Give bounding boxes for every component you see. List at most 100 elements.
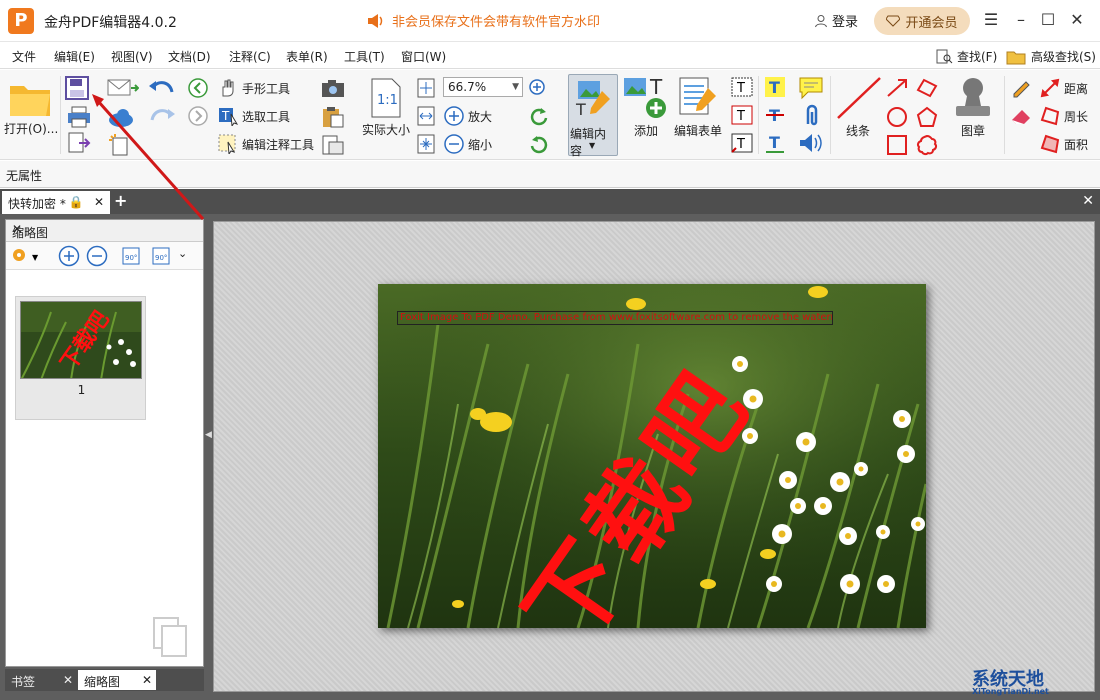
menu-window[interactable]: 窗口(W) [401,48,446,65]
underline-icon[interactable]: T [764,132,786,154]
zoom-out-thumbnail-icon[interactable] [86,245,108,267]
notice-text: 非会员保存文件会带有软件官方水印 [392,15,601,30]
line-label: 线条 [845,124,870,138]
panel-close-icon[interactable]: ✕ [12,222,199,236]
redo-icon[interactable] [148,106,176,126]
email-icon[interactable] [107,78,139,98]
close-icon[interactable]: ✕ [1066,9,1088,31]
document-tab[interactable]: 快转加密 * 🔒 ✕ [2,191,110,214]
zoom-in-button[interactable]: 放大 [444,106,492,126]
tab-thumbnails[interactable]: 缩略图 ✕ [78,670,156,690]
folder-search-icon [1006,51,1026,64]
advanced-find-button[interactable]: 高级查找(S) [1006,48,1096,65]
distance-button[interactable]: 距离 [1040,78,1088,98]
menu-edit[interactable]: 编辑(E) [54,48,95,65]
save-icon[interactable] [65,76,89,100]
rotate-left-icon[interactable] [528,106,550,126]
select-tool-label: 选取工具 [242,109,291,124]
close-all-tabs-icon[interactable]: ✕ [1082,193,1094,209]
maximize-icon[interactable]: ☐ [1037,9,1059,31]
watermark-notice[interactable]: 非会员保存文件会带有软件官方水印 [366,11,600,30]
eraser-icon[interactable] [1010,106,1032,126]
menu-form[interactable]: 表单(R) [286,48,328,65]
open-button[interactable]: 打开(O)... [4,78,58,137]
rotate-right-90-icon[interactable]: 90° [150,245,172,267]
strikeout-icon[interactable]: T [764,104,786,126]
hand-tool-button[interactable]: 手形工具 [218,78,290,98]
actual-size-icon: 1:1 [371,78,401,118]
rectangle-icon[interactable] [886,134,908,156]
minus-circle-icon [444,134,464,154]
settings-gear-icon[interactable]: ▼ [10,246,40,266]
fit-visible-icon[interactable] [416,134,436,154]
close-icon[interactable]: ✕ [142,673,152,687]
clipboard-icon[interactable] [321,106,345,128]
arrow-tool-icon[interactable] [886,78,908,98]
menu-annotation[interactable]: 注释(C) [229,48,271,65]
app-title: 金舟PDF编辑器4.0.2 [44,15,177,31]
select-tool-button[interactable]: T 选取工具 [218,106,290,126]
find-button[interactable]: 查找(F) [936,48,997,65]
svg-text:1:1: 1:1 [377,93,398,108]
print-icon[interactable] [67,106,91,128]
fit-page-icon[interactable] [416,78,436,98]
pdf-page[interactable]: Foxit Image To PDF Demo. Purchase from w… [378,284,926,628]
edit-content-button[interactable]: T 编辑内容 ▼ [568,74,618,158]
menu-icon[interactable]: ☰ [980,9,1002,31]
camera-icon[interactable] [321,78,345,98]
menu-view[interactable]: 视图(V) [111,48,153,65]
back-icon[interactable] [188,78,208,98]
polygon-icon[interactable] [916,106,938,128]
fit-width-icon[interactable] [416,106,436,126]
advanced-find-label: 高级查找(S) [1031,50,1096,64]
vip-button[interactable]: 开通会员 [874,7,970,35]
pencil-icon[interactable] [1010,78,1032,98]
zoom-in-icon[interactable] [528,78,550,98]
login-button[interactable]: 登录 [814,11,858,30]
add-button[interactable]: T 添加 [622,76,670,139]
distance-icon [1040,78,1060,98]
text-field-icon[interactable]: T [730,76,754,98]
menu-document[interactable]: 文档(D) [168,48,211,65]
tab-close-icon[interactable]: ✕ [94,195,104,210]
find-label: 查找(F) [957,50,998,64]
export-icon[interactable] [67,132,91,154]
polyline-icon[interactable] [916,78,938,98]
area-button[interactable]: 面积 [1040,134,1088,154]
minimize-icon[interactable]: – [1010,9,1032,31]
cloud-shape-icon[interactable] [916,134,938,156]
highlight-text-icon[interactable]: T [764,76,786,98]
rotate-right-icon[interactable] [528,134,550,154]
sound-icon[interactable] [798,132,824,154]
panel-collapse-handle[interactable]: ◀ [205,430,212,470]
chevron-double-down-icon[interactable]: ⌄ [178,247,187,260]
attachment-icon[interactable] [800,104,822,128]
new-tab-button[interactable]: + [114,193,127,209]
zoom-out-button[interactable]: 缩小 [444,134,492,154]
edit-form-button[interactable]: 编辑表单 [674,76,722,139]
ellipse-icon[interactable] [886,106,908,128]
note-icon[interactable] [798,76,824,100]
menu-tools[interactable]: 工具(T) [344,48,385,65]
new-document-icon[interactable] [107,134,139,156]
perimeter-button[interactable]: 周长 [1040,106,1088,126]
cloud-icon[interactable] [107,106,139,128]
rotate-left-90-icon[interactable]: 90° [120,245,142,267]
undo-icon[interactable] [148,78,176,98]
typewriter-icon[interactable]: T [730,132,754,154]
line-tool-button[interactable]: 线条 [834,76,882,139]
zoom-in-thumbnail-icon[interactable] [58,245,80,267]
stamp-button[interactable]: 图章 [950,76,996,139]
menu-file[interactable]: 文件 [12,48,36,65]
actual-size-button[interactable]: 1:1 实际大小 [362,78,410,138]
page-tools-icon[interactable] [321,134,345,156]
close-icon[interactable]: ✕ [63,673,73,687]
properties-bar: 无属性 [0,161,1100,188]
zoom-level-select[interactable]: 66.7% ▼ [443,77,523,97]
text-box-icon[interactable]: T [730,104,754,126]
tab-bookmarks[interactable]: 书签 ✕ [5,670,77,690]
page-thumbnail[interactable]: 下载吧 1 [15,296,146,420]
area-icon [1040,134,1060,154]
edit-annotation-tool-button[interactable]: 编辑注释工具 [218,134,314,154]
forward-icon[interactable] [188,106,208,126]
